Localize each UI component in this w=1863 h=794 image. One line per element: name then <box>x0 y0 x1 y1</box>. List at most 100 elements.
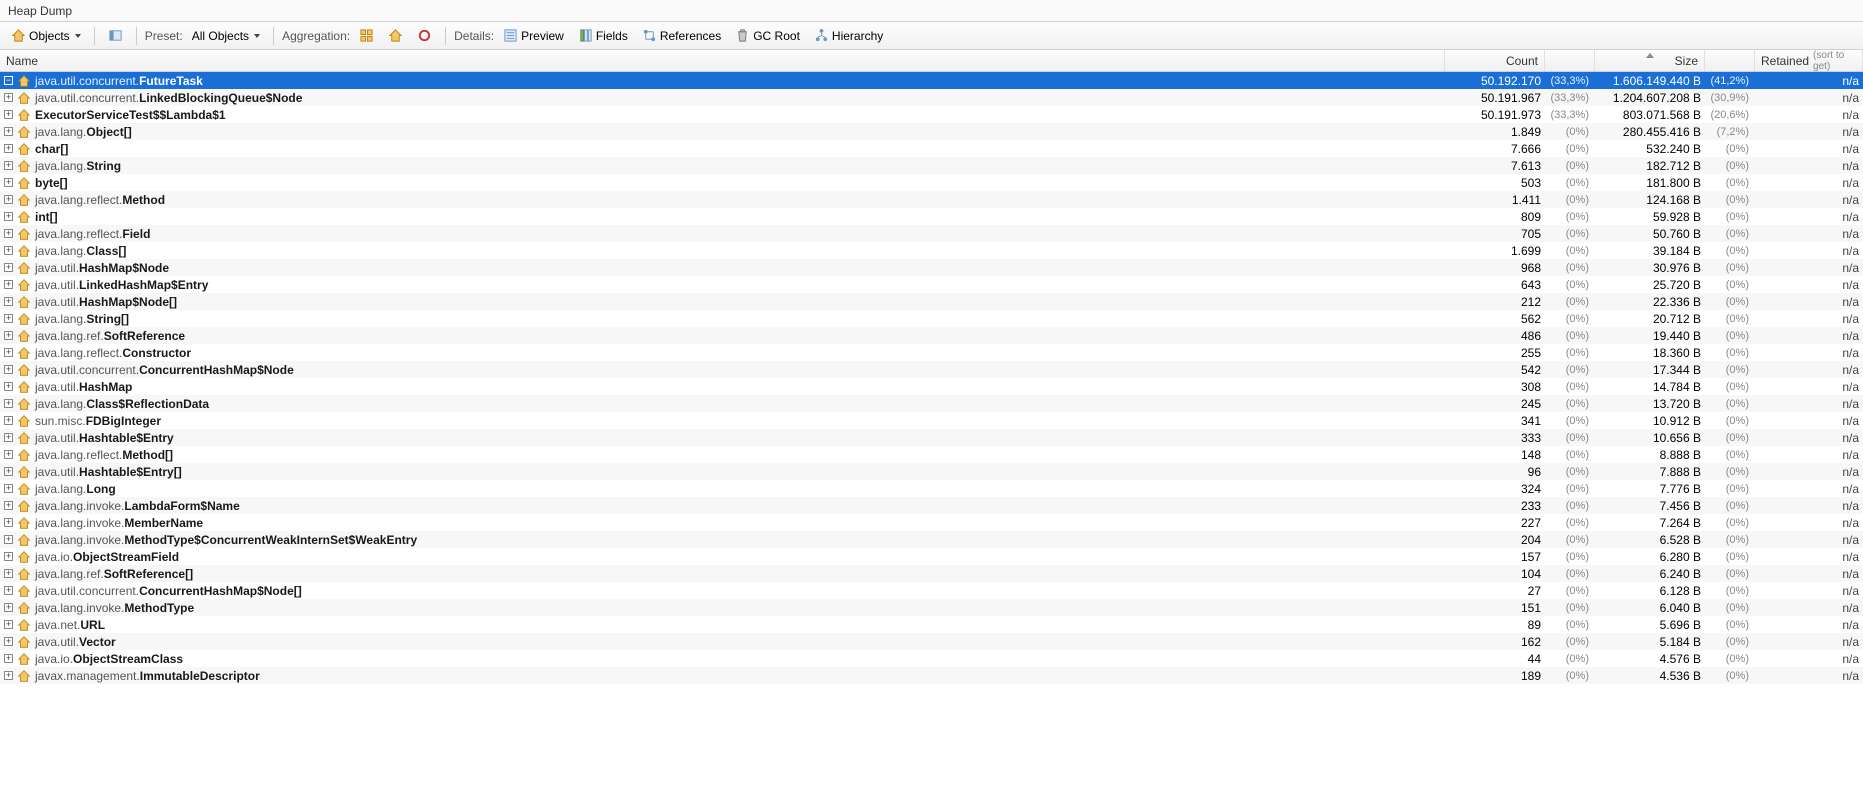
table-row[interactable]: +javax.management.ImmutableDescriptor189… <box>0 667 1863 684</box>
table-row[interactable]: +java.lang.ref.SoftReference486(0%)19.44… <box>0 327 1863 344</box>
toolbar-view-button[interactable] <box>103 25 128 46</box>
class-icon <box>17 312 31 326</box>
column-size[interactable]: Size <box>1595 50 1705 71</box>
table-row[interactable]: +int[]809(0%)59.928 B(0%)n/a <box>0 208 1863 225</box>
cell-retained: n/a <box>1755 567 1863 581</box>
cell-count: 341 <box>1445 414 1545 428</box>
table-row[interactable]: +java.lang.Long324(0%)7.776 B(0%)n/a <box>0 480 1863 497</box>
expand-toggle[interactable]: + <box>4 535 13 544</box>
table-row[interactable]: +java.lang.Object[]1.849(0%)280.455.416 … <box>0 123 1863 140</box>
expand-toggle[interactable]: + <box>4 382 13 391</box>
expand-toggle[interactable]: + <box>4 433 13 442</box>
table-row[interactable]: +java.lang.ref.SoftReference[]104(0%)6.2… <box>0 565 1863 582</box>
objects-dropdown[interactable]: Objects <box>6 25 86 46</box>
cell-size-pct: (0%) <box>1705 194 1755 206</box>
cell-size: 7.776 B <box>1595 482 1705 496</box>
cell-size: 6.040 B <box>1595 601 1705 615</box>
expand-toggle[interactable]: + <box>4 637 13 646</box>
table-row[interactable]: +java.io.ObjectStreamClass44(0%)4.576 B(… <box>0 650 1863 667</box>
table-row[interactable]: +java.util.HashMap$Node968(0%)30.976 B(0… <box>0 259 1863 276</box>
expand-toggle[interactable]: + <box>4 484 13 493</box>
expand-toggle[interactable]: + <box>4 161 13 170</box>
table-row[interactable]: +java.lang.String[]562(0%)20.712 B(0%)n/… <box>0 310 1863 327</box>
table-row[interactable]: +java.util.Vector162(0%)5.184 B(0%)n/a <box>0 633 1863 650</box>
table-row[interactable]: +java.util.concurrent.ConcurrentHashMap$… <box>0 582 1863 599</box>
expand-toggle[interactable]: + <box>4 399 13 408</box>
expand-toggle[interactable]: + <box>4 110 13 119</box>
table-row[interactable]: +java.util.HashMap308(0%)14.784 B(0%)n/a <box>0 378 1863 395</box>
table-row[interactable]: +java.lang.invoke.LambdaForm$Name233(0%)… <box>0 497 1863 514</box>
expand-toggle[interactable]: + <box>4 144 13 153</box>
expand-toggle[interactable]: + <box>4 93 13 102</box>
expand-toggle[interactable]: + <box>4 280 13 289</box>
expand-toggle[interactable]: + <box>4 569 13 578</box>
aggregation-package-button[interactable] <box>383 25 408 46</box>
expand-toggle[interactable]: + <box>4 212 13 221</box>
table-row[interactable]: +java.io.ObjectStreamField157(0%)6.280 B… <box>0 548 1863 565</box>
expand-toggle[interactable]: + <box>4 671 13 680</box>
expand-toggle[interactable]: + <box>4 263 13 272</box>
expand-toggle[interactable]: + <box>4 467 13 476</box>
table-row[interactable]: +java.lang.reflect.Constructor255(0%)18.… <box>0 344 1863 361</box>
expand-toggle[interactable]: + <box>4 586 13 595</box>
expand-toggle[interactable]: + <box>4 229 13 238</box>
table-row[interactable]: +ExecutorServiceTest$$Lambda$150.191.973… <box>0 106 1863 123</box>
table-row[interactable]: −java.util.concurrent.FutureTask50.192.1… <box>0 72 1863 89</box>
table-row[interactable]: +java.lang.Class[]1.699(0%)39.184 B(0%)n… <box>0 242 1863 259</box>
gcroot-button[interactable]: GC Root <box>730 25 805 46</box>
preview-button[interactable]: Preview <box>498 25 569 46</box>
table-row[interactable]: +byte[]503(0%)181.800 B(0%)n/a <box>0 174 1863 191</box>
table-row[interactable]: +java.util.Hashtable$Entry333(0%)10.656 … <box>0 429 1863 446</box>
table-row[interactable]: +java.util.concurrent.ConcurrentHashMap$… <box>0 361 1863 378</box>
column-size-pct[interactable] <box>1705 50 1755 71</box>
expand-toggle[interactable]: + <box>4 246 13 255</box>
table-row[interactable]: +java.lang.invoke.MethodType151(0%)6.040… <box>0 599 1863 616</box>
hierarchy-button[interactable]: Hierarchy <box>809 25 888 46</box>
table-row[interactable]: +char[]7.666(0%)532.240 B(0%)n/a <box>0 140 1863 157</box>
column-retained[interactable]: Retained (sort to get) <box>1755 50 1863 71</box>
table-row[interactable]: +java.util.Hashtable$Entry[]96(0%)7.888 … <box>0 463 1863 480</box>
fields-button[interactable]: Fields <box>573 25 633 46</box>
table-row[interactable]: +java.lang.reflect.Method[]148(0%)8.888 … <box>0 446 1863 463</box>
aggregation-none-button[interactable] <box>412 25 437 46</box>
expand-toggle[interactable]: + <box>4 365 13 374</box>
expand-toggle[interactable]: + <box>4 518 13 527</box>
class-name: java.util.Vector <box>35 635 116 649</box>
expand-toggle[interactable]: + <box>4 314 13 323</box>
table-row[interactable]: +java.util.LinkedHashMap$Entry643(0%)25.… <box>0 276 1863 293</box>
expand-toggle[interactable]: + <box>4 297 13 306</box>
expand-toggle[interactable]: + <box>4 450 13 459</box>
cell-size: 17.344 B <box>1595 363 1705 377</box>
expand-toggle[interactable]: + <box>4 348 13 357</box>
references-button[interactable]: References <box>637 25 726 46</box>
expand-toggle[interactable]: + <box>4 501 13 510</box>
preset-dropdown[interactable]: All Objects <box>187 26 265 46</box>
table-row[interactable]: +java.lang.String7.613(0%)182.712 B(0%)n… <box>0 157 1863 174</box>
expand-toggle[interactable]: + <box>4 331 13 340</box>
table-row[interactable]: +sun.misc.FDBigInteger341(0%)10.912 B(0%… <box>0 412 1863 429</box>
table-row[interactable]: +java.lang.reflect.Method1.411(0%)124.16… <box>0 191 1863 208</box>
expand-toggle[interactable]: + <box>4 552 13 561</box>
expand-toggle[interactable]: + <box>4 195 13 204</box>
expand-toggle[interactable]: + <box>4 127 13 136</box>
expand-toggle[interactable]: + <box>4 178 13 187</box>
cell-size: 59.928 B <box>1595 210 1705 224</box>
expand-toggle[interactable]: + <box>4 416 13 425</box>
table-row[interactable]: +java.lang.invoke.MethodType$ConcurrentW… <box>0 531 1863 548</box>
cell-size-pct: (0%) <box>1705 500 1755 512</box>
table-row[interactable]: +java.util.HashMap$Node[]212(0%)22.336 B… <box>0 293 1863 310</box>
table-row[interactable]: +java.net.URL89(0%)5.696 B(0%)n/a <box>0 616 1863 633</box>
table-row[interactable]: +java.lang.invoke.MemberName227(0%)7.264… <box>0 514 1863 531</box>
cell-size: 5.696 B <box>1595 618 1705 632</box>
expand-toggle[interactable]: + <box>4 620 13 629</box>
column-count[interactable]: Count <box>1445 50 1545 71</box>
expand-toggle[interactable]: + <box>4 603 13 612</box>
expand-toggle[interactable]: − <box>4 76 13 85</box>
column-count-pct[interactable] <box>1545 50 1595 71</box>
table-row[interactable]: +java.lang.reflect.Field705(0%)50.760 B(… <box>0 225 1863 242</box>
expand-toggle[interactable]: + <box>4 654 13 663</box>
aggregation-class-button[interactable] <box>354 25 379 46</box>
column-name[interactable]: Name <box>0 50 1445 71</box>
table-row[interactable]: +java.util.concurrent.LinkedBlockingQueu… <box>0 89 1863 106</box>
table-row[interactable]: +java.lang.Class$ReflectionData245(0%)13… <box>0 395 1863 412</box>
